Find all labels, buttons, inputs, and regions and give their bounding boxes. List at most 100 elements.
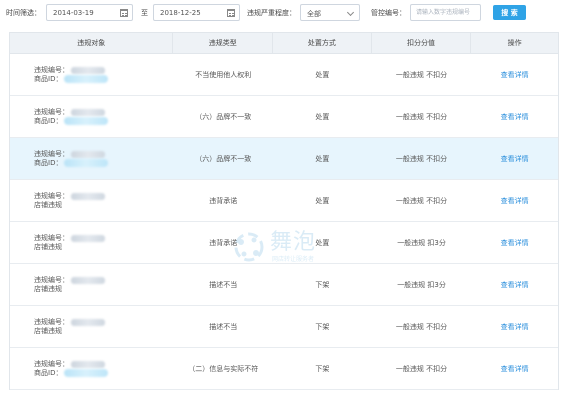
violation-no-label: 违规编号： — [34, 149, 69, 158]
redacted-number — [71, 276, 105, 284]
cell-disposal: 处置 — [315, 70, 330, 79]
cell-violation-type: 描述不当 — [209, 322, 238, 331]
violation-no-label: 违规编号： — [34, 359, 69, 368]
table-row: 违规编号： 商品ID： （二）信息与实际不符 下架 一般违规 不扣分 查看详情 — [10, 348, 558, 390]
calendar-icon[interactable] — [227, 9, 235, 17]
view-details-link[interactable]: 查看详情 — [501, 196, 529, 206]
severity-value: 全部 — [307, 10, 321, 18]
column-header-type: 违规类型 — [173, 33, 274, 53]
control-no-input[interactable] — [410, 4, 481, 21]
violation-no-label: 违规编号： — [34, 65, 69, 74]
redacted-id — [64, 75, 109, 83]
violation-no-label: 违规编号： — [34, 233, 69, 242]
violation-no-label: 违规编号： — [34, 317, 69, 326]
cell-disposal: 处置 — [315, 196, 330, 205]
calendar-icon[interactable] — [120, 9, 128, 17]
violation-no-label: 违规编号： — [34, 107, 69, 116]
view-details-link[interactable]: 查看详情 — [501, 112, 529, 122]
table-body: 违规编号： 商品ID： 不当使用他人权利 处置 一般违规 不扣分 查看详情 违规编号： 商品I… — [10, 54, 558, 390]
column-header-points: 扣分分值 — [372, 33, 472, 53]
table-row: 违规编号： 店铺违规 违背承诺 处置 一般违规 不扣分 查看详情 — [10, 180, 558, 222]
search-button[interactable]: 搜 索 — [493, 5, 526, 20]
table-header: 违规对象 违规类型 处置方式 扣分分值 操作 — [10, 33, 558, 54]
end-date-input[interactable]: 2018-12-25 — [153, 4, 240, 21]
view-details-link[interactable]: 查看详情 — [501, 280, 529, 290]
view-details-link[interactable]: 查看详情 — [501, 322, 529, 332]
severity-select[interactable]: 全部 — [300, 4, 360, 21]
view-details-link[interactable]: 查看详情 — [501, 238, 529, 248]
object-type-label: 商品ID： — [34, 74, 63, 83]
cell-operation: 查看详情 — [471, 306, 558, 347]
redacted-number — [71, 234, 105, 242]
start-date-value: 2014-03-19 — [53, 9, 94, 17]
cell-points: 一般违规 不扣分 — [395, 322, 448, 331]
table-row: 违规编号： 店铺违规 违背承诺 处置 一般违规 扣3分 查看详情 — [10, 222, 558, 264]
end-date-value: 2018-12-25 — [160, 9, 201, 17]
to-label: 至 — [141, 9, 148, 17]
cell-object: 违规编号： 商品ID： — [10, 54, 173, 95]
cell-points: 一般违规 不扣分 — [395, 364, 448, 373]
cell-points: 一般违规 不扣分 — [395, 112, 448, 121]
cell-object: 违规编号： 店铺违规 — [10, 264, 173, 305]
cell-object: 违规编号： 商品ID： — [10, 138, 173, 179]
cell-points: 一般违规 不扣分 — [395, 196, 448, 205]
table-row: 违规编号： 商品ID： 不当使用他人权利 处置 一般违规 不扣分 查看详情 — [10, 54, 558, 96]
cell-operation: 查看详情 — [471, 348, 558, 389]
cell-violation-type: 违背承诺 — [209, 238, 238, 247]
cell-points: 一般违规 扣3分 — [397, 238, 446, 247]
redacted-number — [71, 360, 105, 368]
filter-bar: 时间筛选： 2014-03-19 至 2018-12-25 违规严重程度： 全部… — [0, 0, 570, 26]
cell-disposal: 下架 — [315, 364, 330, 373]
redacted-number — [71, 66, 105, 74]
redacted-number — [71, 318, 105, 326]
cell-violation-type: （六）品牌不一致 — [195, 112, 252, 121]
cell-violation-type: 不当使用他人权利 — [195, 70, 252, 79]
cell-disposal: 处置 — [315, 154, 330, 163]
cell-disposal: 下架 — [315, 322, 330, 331]
cell-disposal: 下架 — [315, 280, 330, 289]
cell-operation: 查看详情 — [471, 180, 558, 221]
cell-violation-type: 描述不当 — [209, 280, 238, 289]
violation-no-label: 违规编号： — [34, 191, 69, 200]
cell-operation: 查看详情 — [471, 222, 558, 263]
cell-disposal: 处置 — [315, 238, 330, 247]
cell-violation-type: （二）信息与实际不符 — [188, 364, 259, 373]
cell-disposal: 处置 — [315, 112, 330, 121]
table-row: 违规编号： 商品ID： （六）品牌不一致 处置 一般违规 不扣分 查看详情 — [10, 96, 558, 138]
object-type-label: 店铺违规 — [34, 326, 62, 335]
table-row: 违规编号： 店铺违规 描述不当 下架 一般违规 不扣分 查看详情 — [10, 306, 558, 348]
cell-operation: 查看详情 — [471, 96, 558, 137]
time-filter-label: 时间筛选： — [6, 9, 41, 17]
cell-points: 一般违规 不扣分 — [395, 70, 448, 79]
cell-points: 一般违规 扣3分 — [397, 280, 446, 289]
column-header-object: 违规对象 — [10, 33, 174, 53]
table-row: 违规编号： 商品ID： （六）品牌不一致 处置 一般违规 不扣分 查看详情 — [10, 138, 558, 180]
column-header-action: 处置方式 — [273, 33, 372, 53]
redacted-number — [71, 108, 105, 116]
violations-table: 违规对象 违规类型 处置方式 扣分分值 操作 违规编号： 商品ID： 不当使用他人权… — [9, 32, 559, 390]
object-type-label: 店铺违规 — [34, 200, 62, 209]
redacted-id — [64, 369, 109, 377]
control-no-label: 管控编号： — [371, 9, 406, 17]
cell-object: 违规编号： 店铺违规 — [10, 222, 173, 263]
start-date-input[interactable]: 2014-03-19 — [46, 4, 133, 21]
view-details-link[interactable]: 查看详情 — [501, 70, 529, 80]
redacted-id — [64, 159, 109, 167]
cell-violation-type: 违背承诺 — [209, 196, 238, 205]
table-row: 违规编号： 店铺违规 描述不当 下架 一般违规 扣3分 查看详情 — [10, 264, 558, 306]
cell-operation: 查看详情 — [471, 54, 558, 95]
object-type-label: 店铺违规 — [34, 284, 62, 293]
cell-object: 违规编号： 商品ID： — [10, 348, 173, 389]
object-type-label: 商品ID： — [34, 368, 63, 377]
object-type-label: 店铺违规 — [34, 242, 62, 251]
column-header-operation: 操作 — [507, 39, 522, 47]
violation-no-label: 违规编号： — [34, 275, 69, 284]
cell-operation: 查看详情 — [471, 138, 558, 179]
object-type-label: 商品ID： — [34, 158, 63, 167]
view-details-link[interactable]: 查看详情 — [501, 154, 529, 164]
cell-operation: 查看详情 — [471, 264, 558, 305]
object-type-label: 商品ID： — [34, 116, 63, 125]
redacted-number — [71, 150, 105, 158]
severity-label: 违规严重程度： — [247, 9, 296, 17]
view-details-link[interactable]: 查看详情 — [501, 364, 529, 374]
